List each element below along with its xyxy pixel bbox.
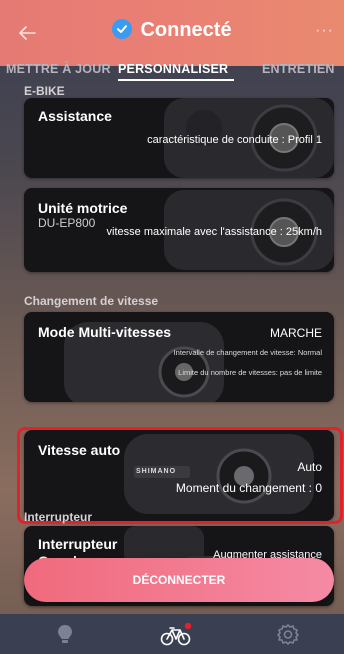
bike-icon[interactable] xyxy=(160,622,192,648)
notification-badge xyxy=(184,622,192,630)
drive-unit-model: DU-EP800 xyxy=(38,216,96,230)
multi-speed-interval: Intervalle de changement de vitesse: Nor… xyxy=(173,348,322,357)
multi-speed-status: MARCHE xyxy=(269,326,322,340)
active-tab-indicator xyxy=(118,79,234,81)
drive-unit-card[interactable]: Unité motrice DU-EP800 vitesse maximale … xyxy=(24,188,334,272)
assistance-value: caractéristique de conduite : Profil 1 xyxy=(147,134,322,146)
disconnect-button[interactable]: DÉCONNECTER xyxy=(24,558,334,602)
tab-maintenance[interactable]: ENTRETIEN xyxy=(262,62,335,76)
multi-speed-limit: Limite du nombre de vitesses: pas de lim… xyxy=(178,368,322,377)
tab-update[interactable]: METTRE À JOUR xyxy=(6,62,111,76)
section-label-switch: Interrupteur xyxy=(24,510,93,524)
page-title-group: Connecté xyxy=(0,19,344,42)
switch-title: Interrupteur xyxy=(38,536,118,552)
bottom-navigation xyxy=(0,614,344,654)
gear-icon[interactable] xyxy=(276,622,300,646)
check-circle-icon xyxy=(112,19,133,39)
section-label-gearshift: Changement de vitesse xyxy=(24,294,159,308)
multi-speed-card[interactable]: Mode Multi-vitesses MARCHE Intervalle de… xyxy=(24,312,334,402)
multi-speed-title: Mode Multi-vitesses xyxy=(38,324,172,340)
drive-unit-value: vitesse maximale avec l'assistance : 25k… xyxy=(106,226,322,238)
more-options-icon[interactable]: ··· xyxy=(315,22,334,40)
drive-unit-title: Unité motrice xyxy=(38,200,128,216)
tab-customize[interactable]: PERSONNALISER xyxy=(118,62,228,76)
lightbulb-icon[interactable] xyxy=(55,622,75,646)
page-title: Connecté xyxy=(140,19,232,41)
section-label-ebike: E-BIKE xyxy=(24,84,65,98)
assistance-title: Assistance xyxy=(38,108,112,124)
assistance-card[interactable]: Assistance caractéristique de conduite :… xyxy=(24,98,334,178)
header-bar: Connecté ··· xyxy=(0,0,344,66)
